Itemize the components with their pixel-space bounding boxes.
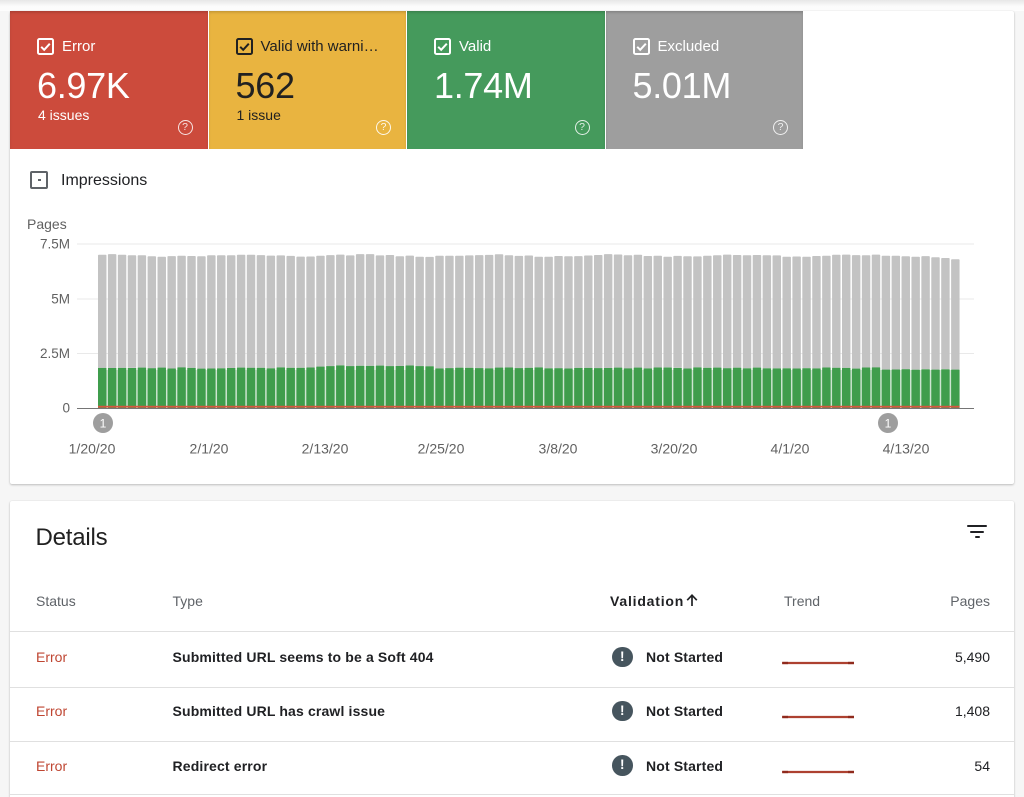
svg-text:3/8/20: 3/8/20 [539,441,578,457]
svg-text:4/13/20: 4/13/20 [883,441,930,457]
svg-text:2.5M: 2.5M [40,346,70,361]
svg-text:0: 0 [62,401,70,416]
svg-text:1: 1 [885,417,892,431]
svg-text:3/20/20: 3/20/20 [651,441,698,457]
svg-text:1/20/20: 1/20/20 [69,441,116,457]
svg-text:2/25/20: 2/25/20 [418,441,465,457]
svg-text:4/1/20: 4/1/20 [771,441,810,457]
svg-text:2/13/20: 2/13/20 [302,441,349,457]
svg-text:1: 1 [100,417,107,431]
svg-text:2/1/20: 2/1/20 [190,441,229,457]
svg-text:Pages: Pages [27,216,67,232]
svg-text:7.5M: 7.5M [40,237,70,252]
svg-text:5M: 5M [51,292,70,307]
